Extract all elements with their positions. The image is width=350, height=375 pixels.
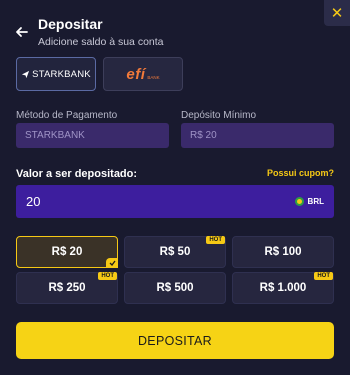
preset-50-button[interactable]: R$ 50 HOT [124,236,226,268]
payment-method-label: Método de Pagamento [16,110,118,121]
close-icon: ✕ [330,5,344,22]
hot-badge: HOT [314,272,333,280]
minimum-deposit-field: R$ 20 [181,123,334,148]
method-efi-bank[interactable]: efí BANK [103,57,183,91]
preset-1000-button[interactable]: R$ 1.000 HOT [232,272,334,304]
preset-100-button[interactable]: R$ 100 [232,236,334,268]
hot-badge: HOT [206,236,225,244]
deposit-button[interactable]: DEPOSITAR [16,322,334,359]
preset-20-button[interactable]: R$ 20 [16,236,118,268]
payment-method-field: STARKBANK [16,123,169,148]
preset-amounts: R$ 20 R$ 50 HOT R$ 100 R$ 250 HOT R$ 500… [16,236,334,304]
page-subtitle: Adicione saldo à sua conta [38,36,164,48]
hot-badge: HOT [98,272,117,280]
brazil-flag-icon [294,197,304,206]
minimum-deposit-label: Depósito Mínimo [181,110,257,121]
amount-input[interactable] [26,194,226,209]
check-icon [106,258,118,268]
starkbank-logo: STARKBANK [21,69,91,80]
coupon-link[interactable]: Possui cupom? [267,168,334,178]
arrow-left-icon[interactable] [14,24,30,40]
currency-badge: BRL [294,197,324,206]
header: Depositar Adicione saldo à sua conta [14,15,164,49]
preset-250-button[interactable]: R$ 250 HOT [16,272,118,304]
efi-bank-logo: efí BANK [126,65,160,83]
starkbank-icon [22,70,30,78]
close-button[interactable]: ✕ [324,0,350,26]
amount-field[interactable]: BRL [16,185,334,218]
payment-method-selector: STARKBANK efí BANK [16,57,183,91]
method-starkbank[interactable]: STARKBANK [16,57,96,91]
amount-label: Valor a ser depositado: [16,168,138,180]
preset-500-button[interactable]: R$ 500 [124,272,226,304]
page-title: Depositar [38,16,103,32]
